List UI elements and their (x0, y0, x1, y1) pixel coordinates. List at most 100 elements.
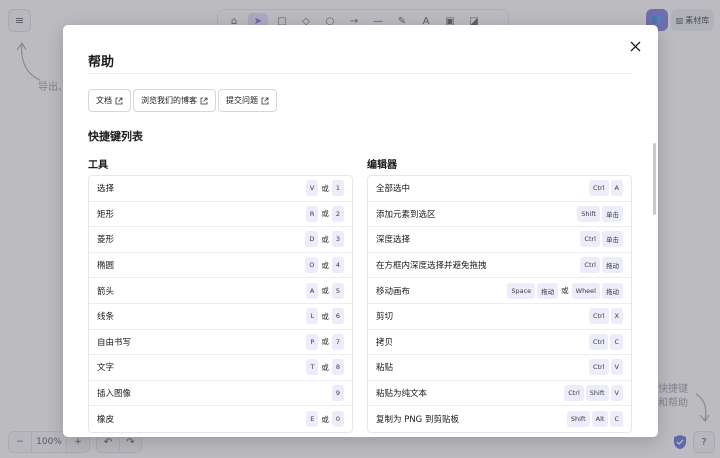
shortcut-keys: E或0 (306, 411, 344, 428)
key-cap: 2 (331, 205, 344, 222)
external-link-icon (200, 97, 208, 104)
tools-shortcut-list: 选择 V 或 1 矩形 R 或 2 菱形 D 或 3 椭圆 O 或 4 箭头 A 或 5 线条 L 或 6 自由书写 P 或 7 文字 T… (88, 175, 353, 433)
shortcut-keys: R或2 (305, 205, 344, 222)
shortcut-label: 剪切 (376, 312, 394, 323)
key-cap: C (610, 411, 623, 428)
close-button[interactable] (626, 37, 644, 55)
key-cap: Shift (577, 205, 600, 222)
shortcut-label: 椭圆 (97, 261, 115, 272)
key-cap: Ctrl (588, 308, 609, 325)
key-cap: 8 (331, 359, 344, 376)
or-text: 或 (321, 234, 329, 244)
key-cap: Ctrl (588, 359, 609, 376)
key-cap: Shift (585, 385, 609, 402)
key-cap: 拖动 (537, 282, 559, 299)
shortcut-row: 全部选中 Ctrl A (368, 176, 631, 202)
issue-link[interactable]: 提交问题 (218, 89, 277, 112)
shortcut-label: 粘贴 (376, 363, 394, 374)
shortcut-row: 箭头 A 或 5 (89, 278, 352, 304)
shortcut-row: 选择 V 或 1 (89, 176, 352, 202)
or-text: 或 (321, 362, 329, 372)
key-cap: 7 (331, 333, 344, 350)
shortcut-row: 添加元素到选区 Shift 单击 (368, 202, 631, 228)
shortcut-label: 全部选中 (376, 184, 411, 195)
shortcut-keys: Ctrl 单击 (580, 231, 623, 248)
help-links: 文档 浏览我们的博客 提交问题 (88, 89, 277, 112)
docs-link[interactable]: 文档 (88, 89, 131, 112)
help-dialog: 帮助 文档 浏览我们的博客 提交问题 快捷键列表 工具 编辑器 选择 V 或 1 矩形 R… (63, 25, 658, 437)
key-cap: L (306, 308, 319, 325)
shortcut-label: 自由书写 (97, 337, 132, 348)
blog-link-label: 浏览我们的博客 (141, 96, 197, 105)
shortcut-keys: Shift Alt C (566, 411, 623, 428)
key-cap: D (305, 231, 319, 248)
key-cap: Ctrl (564, 385, 584, 402)
shortcut-label: 选择 (97, 184, 115, 195)
shortcut-keys: O或4 (305, 257, 344, 274)
key-cap: O (305, 257, 319, 274)
shortcut-row: 复制为 PNG 到剪贴板 Shift Alt C (368, 406, 631, 432)
key-cap: P (306, 333, 319, 350)
shortcut-row: 椭圆 O 或 4 (89, 253, 352, 279)
shortcut-row: 粘贴 Ctrl V (368, 355, 631, 381)
shortcut-keys: Shift 单击 (577, 205, 623, 222)
or-text: 或 (321, 414, 329, 424)
or-text: 或 (321, 209, 329, 219)
key-cap: 4 (331, 257, 344, 274)
shortcut-label: 矩形 (97, 209, 115, 220)
dialog-title: 帮助 (88, 55, 115, 70)
key-cap: 拖动 (602, 257, 623, 274)
shortcut-row: 自由书写 P 或 7 (89, 330, 352, 356)
or-text: 或 (321, 311, 329, 321)
shortcut-keys: Ctrl 拖动 (580, 257, 623, 274)
key-cap: Ctrl (580, 257, 600, 274)
external-link-icon (115, 97, 123, 104)
key-cap: V (610, 385, 623, 402)
shortcut-row: 拷贝 Ctrl C (368, 330, 631, 356)
shortcut-keys: A或5 (305, 282, 344, 299)
key-cap: E (306, 411, 319, 428)
key-cap: 6 (331, 308, 344, 325)
or-text: 或 (561, 286, 569, 296)
shortcut-label: 文字 (97, 363, 115, 374)
key-cap: 单击 (602, 205, 623, 222)
shortcut-label: 拷贝 (376, 337, 394, 348)
key-cap: 5 (331, 282, 344, 299)
shortcut-keys: Ctrl V (588, 359, 623, 376)
shortcut-label: 移动画布 (376, 286, 411, 297)
shortcut-label: 深度选择 (376, 235, 411, 246)
key-cap: C (610, 333, 623, 350)
blog-link[interactable]: 浏览我们的博客 (133, 89, 216, 112)
key-cap: Ctrl (588, 333, 609, 350)
key-cap: Ctrl (580, 231, 600, 248)
or-text: 或 (321, 337, 329, 347)
shortcut-row: 线条 L 或 6 (89, 304, 352, 330)
shortcut-label: 箭头 (97, 286, 115, 297)
key-cap: X (610, 308, 623, 325)
shortcut-label: 粘贴为纯文本 (376, 389, 428, 400)
shortcut-row: 剪切 Ctrl X (368, 304, 631, 330)
tools-column-title: 工具 (88, 160, 108, 171)
or-text: 或 (321, 260, 329, 270)
key-cap: R (305, 205, 319, 222)
shortcut-keys: T或8 (306, 359, 344, 376)
key-cap: 3 (331, 231, 344, 248)
shortcut-label: 菱形 (97, 235, 115, 246)
shortcut-row: 移动画布 Space 拖动或 Wheel 拖动 (368, 278, 631, 304)
or-text: 或 (321, 183, 329, 193)
shortcut-label: 在方框内深度选择并避免拖拽 (376, 261, 487, 272)
key-cap: V (610, 359, 623, 376)
shortcut-row: 深度选择 Ctrl 单击 (368, 227, 631, 253)
key-cap: T (306, 359, 319, 376)
shortcut-label: 复制为 PNG 到剪贴板 (376, 415, 459, 426)
shortcut-row: 粘贴为纯文本 Ctrl Shift V (368, 381, 631, 407)
dialog-scrollbar[interactable] (653, 143, 656, 215)
or-text: 或 (321, 286, 329, 296)
shortcut-label: 添加元素到选区 (376, 209, 436, 220)
key-cap: Alt (591, 411, 609, 428)
shortcut-row: 文字 T 或 8 (89, 355, 352, 381)
key-cap: Shift (566, 411, 590, 428)
editor-shortcut-list: 全部选中 Ctrl A 添加元素到选区 Shift 单击 深度选择 Ctrl 单击 在方框内深度选… (367, 175, 632, 433)
shortcut-keys: P或7 (306, 333, 344, 350)
issue-link-label: 提交问题 (226, 96, 258, 105)
